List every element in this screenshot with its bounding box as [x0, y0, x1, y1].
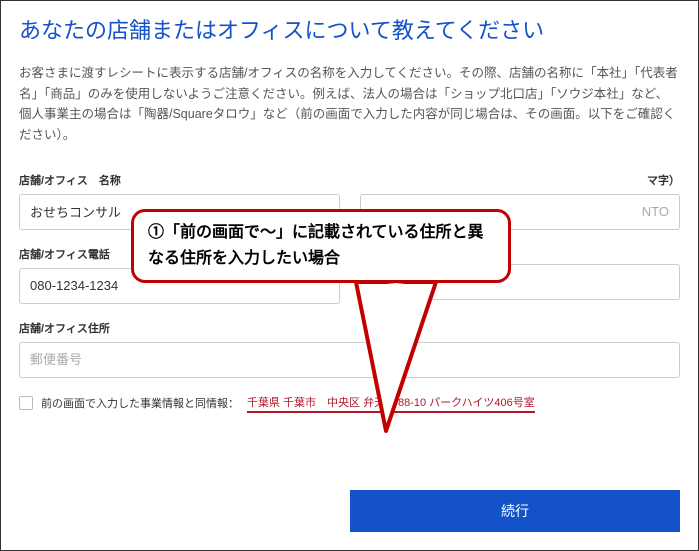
same-as-prior-checkbox[interactable]	[19, 396, 33, 410]
store-name-roman-label: マ字）	[360, 172, 681, 188]
store-address-input[interactable]	[19, 342, 680, 378]
page-title: あなたの店舗またはオフィスについて教えてください	[19, 13, 680, 45]
store-address-label: 店舗/オフィス住所	[19, 320, 680, 336]
prior-info-prefix: 前の画面で入力した事業情報と同情報：	[41, 395, 239, 411]
annotation-callout: ①「前の画面で〜」に記載されている住所と異なる住所を入力したい場合	[131, 209, 511, 283]
store-name-label: 店舗/オフィス 名称	[19, 172, 340, 188]
prior-info-address: 千葉県 千葉市 中央区 弁天 4-88-10 パークハイツ406号室	[247, 394, 535, 412]
page-description: お客さまに渡すレシートに表示する店舗/オフィスの名称を入力してください。その際、…	[19, 63, 680, 146]
continue-button[interactable]: 続行	[350, 490, 680, 532]
